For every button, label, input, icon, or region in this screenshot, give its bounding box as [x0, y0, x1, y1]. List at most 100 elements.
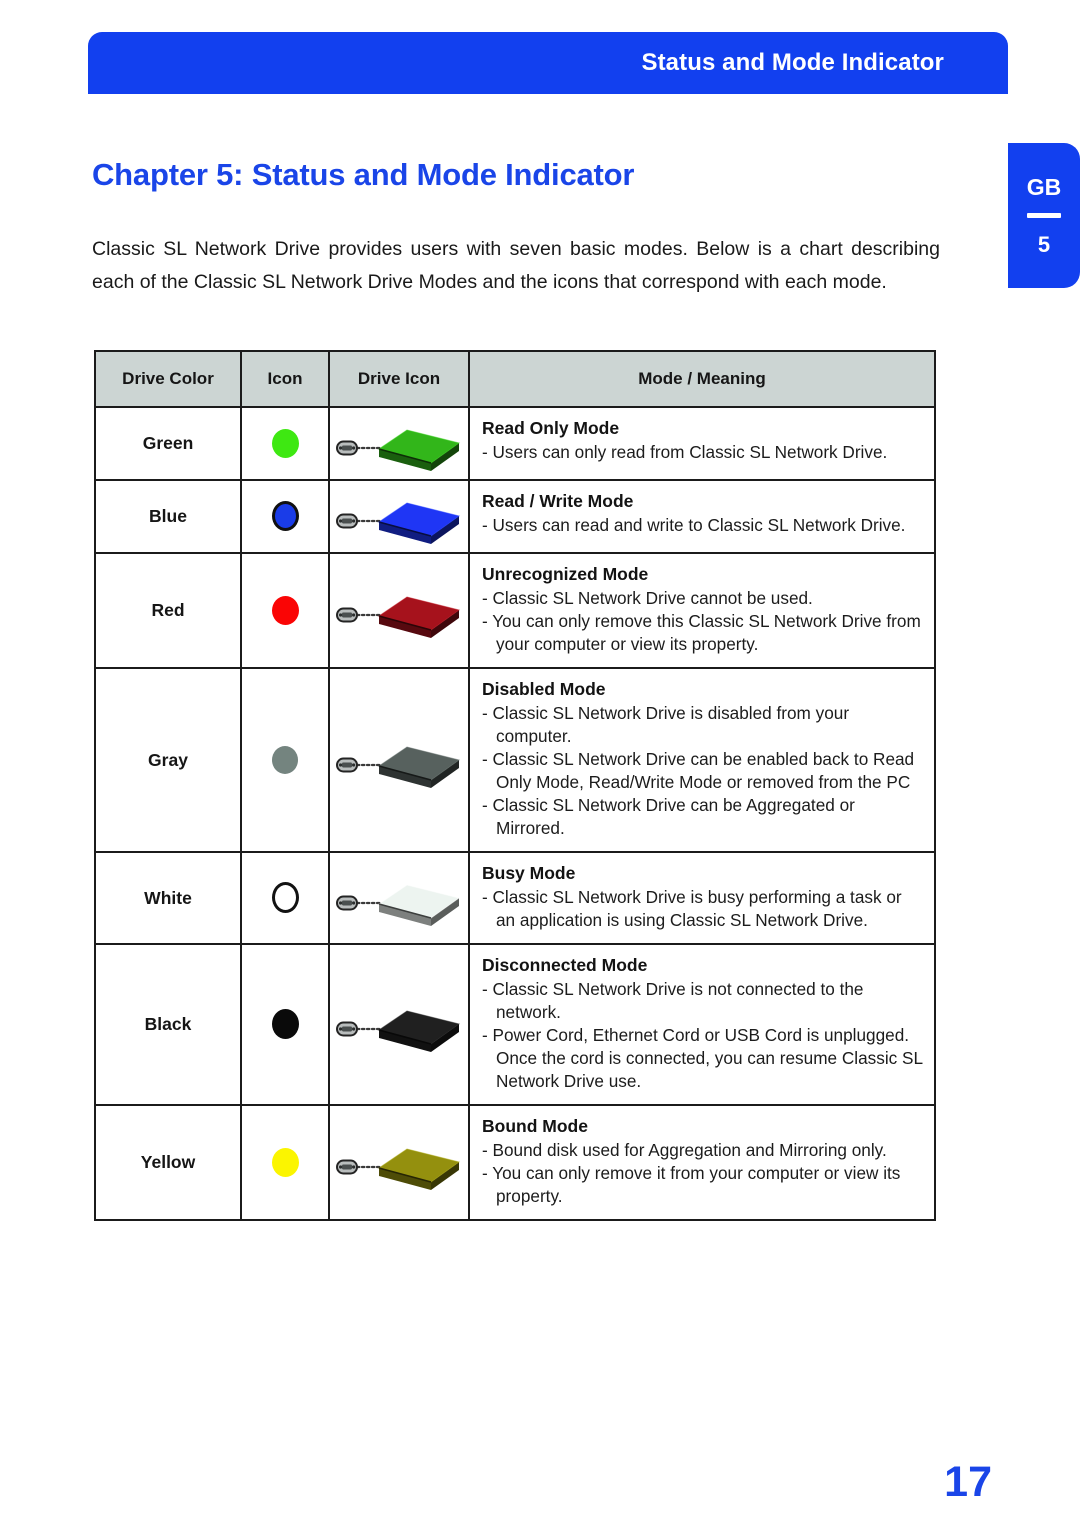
- cell-drive-icon: [328, 943, 470, 1106]
- cell-status-icon: [240, 406, 330, 481]
- mode-description-list: - Users can read and write to Classic SL…: [482, 514, 924, 537]
- table-header-row: Drive Color Icon Drive Icon Mode / Meani…: [94, 350, 936, 408]
- column-header-drive-color: Drive Color: [94, 350, 242, 408]
- mode-title: Bound Mode: [482, 1116, 588, 1136]
- drive-color-label: White: [144, 887, 192, 908]
- cell-status-icon: [240, 943, 330, 1106]
- table-row: White Busy Mode - Classic SL Network Driv…: [94, 851, 936, 945]
- cell-mode-meaning: Unrecognized Mode - Classic SL Network Dr…: [468, 552, 936, 669]
- mode-title: Busy Mode: [482, 863, 576, 883]
- mode-description-list: - Classic SL Network Drive is disabled f…: [482, 702, 924, 840]
- network-drive-icon: [335, 481, 463, 547]
- column-header-mode-meaning: Mode / Meaning: [468, 350, 936, 408]
- mode-description-item: - Classic SL Network Drive is not connec…: [482, 979, 864, 1022]
- mode-title: Disconnected Mode: [482, 955, 648, 975]
- status-dot-icon: [266, 1005, 304, 1043]
- network-drive-icon: [335, 989, 463, 1055]
- cell-drive-icon: [328, 552, 470, 669]
- region-code-label: GB: [1026, 173, 1062, 200]
- mode-description-item: - Users can read and write to Classic SL…: [482, 515, 906, 535]
- cell-drive-color: White: [94, 851, 242, 945]
- mode-description-item: - Bound disk used for Aggregation and Mi…: [482, 1140, 887, 1160]
- drive-color-label: Red: [151, 600, 185, 620]
- cell-mode-meaning: Busy Mode - Classic SL Network Drive is b…: [468, 851, 936, 945]
- drive-color-label: Green: [142, 433, 194, 453]
- drive-color-label: Gray: [148, 749, 188, 770]
- table-body: Green Read Only Mode - Users can only rea…: [94, 406, 936, 1221]
- table-row: Black Disconnected Mode - Classic SL Netw…: [94, 943, 936, 1106]
- status-dot-gray: [272, 746, 298, 774]
- status-dot-green: [271, 428, 299, 458]
- cell-status-icon: [240, 851, 330, 945]
- mode-title: Disabled Mode: [482, 679, 606, 699]
- cell-mode-meaning: Disconnected Mode - Classic SL Network Dr…: [468, 943, 936, 1106]
- cell-drive-icon: [328, 406, 470, 481]
- cell-mode-meaning: Bound Mode - Bound disk used for Aggregat…: [468, 1104, 936, 1221]
- table-row: Gray Disabled Mode - Classic SL Network D…: [94, 667, 936, 853]
- drive-color-label: Yellow: [140, 1152, 196, 1172]
- mode-description-item: - You can only remove this Classic SL Ne…: [482, 611, 921, 654]
- intro-paragraph: Classic SL Network Drive provides users …: [92, 237, 940, 293]
- network-drive-icon: [335, 725, 463, 791]
- status-dot-icon: [266, 591, 304, 629]
- mode-description-item: - Classic SL Network Drive is disabled f…: [482, 703, 850, 746]
- status-dot-black: [271, 1009, 299, 1039]
- cell-status-icon: [240, 552, 330, 669]
- region-chapter-tab: GB 5: [1008, 143, 1080, 288]
- page-header-banner: Status and Mode Indicator: [88, 32, 1008, 94]
- cell-drive-color: Green: [94, 406, 242, 481]
- table-row: Blue Read / Write Mode - Users can read a…: [94, 479, 936, 554]
- table-row: Yellow Bound Mode - Bound disk used for A…: [94, 1104, 936, 1221]
- cell-mode-meaning: Read Only Mode - Users can only read from…: [468, 406, 936, 481]
- drive-color-label: Blue: [149, 506, 187, 526]
- drive-color-label: Black: [144, 1014, 192, 1034]
- status-mode-table: Drive Color Icon Drive Icon Mode / Meani…: [94, 350, 936, 1221]
- cell-drive-color: Blue: [94, 479, 242, 554]
- status-dot-icon: [266, 424, 304, 462]
- mode-description-list: - Classic SL Network Drive is not connec…: [482, 978, 924, 1093]
- mode-description-item: - Power Cord, Ethernet Cord or USB Cord …: [482, 1025, 923, 1091]
- mode-description-item: - Classic SL Network Drive can be enable…: [482, 749, 915, 792]
- mode-description-list: - Bound disk used for Aggregation and Mi…: [482, 1139, 924, 1208]
- mode-description-list: - Classic SL Network Drive is busy perfo…: [482, 886, 924, 932]
- mode-title: Read Only Mode: [482, 418, 620, 438]
- cell-status-icon: [240, 479, 330, 554]
- banner-title: Status and Mode Indicator: [641, 49, 944, 76]
- mode-description-item: - Classic SL Network Drive can be Aggreg…: [482, 795, 855, 838]
- mode-description-item: - Classic SL Network Drive cannot be use…: [482, 588, 813, 608]
- status-dot-icon: [266, 878, 304, 916]
- cell-drive-icon: [328, 1104, 470, 1221]
- network-drive-icon: [335, 1127, 463, 1193]
- cell-drive-icon: [328, 851, 470, 945]
- status-dot-yellow: [271, 1147, 299, 1177]
- mode-description-list: - Classic SL Network Drive cannot be use…: [482, 587, 924, 656]
- status-dot-icon: [266, 741, 304, 779]
- status-dot-icon: [266, 497, 304, 535]
- status-dot-red: [271, 595, 299, 625]
- mode-description-item: - Users can only read from Classic SL Ne…: [482, 442, 888, 462]
- cell-status-icon: [240, 1104, 330, 1221]
- mode-title: Unrecognized Mode: [482, 564, 649, 584]
- status-dot-white: [271, 881, 299, 913]
- cell-drive-icon: [328, 667, 470, 853]
- page-number: 17: [944, 1458, 992, 1506]
- cell-drive-color: Red: [94, 552, 242, 669]
- column-header-icon: Icon: [240, 350, 330, 408]
- mode-description-item: - You can only remove it from your compu…: [482, 1163, 901, 1206]
- column-header-drive-icon: Drive Icon: [328, 350, 470, 408]
- tab-divider: [1027, 212, 1061, 218]
- cell-drive-color: Yellow: [94, 1104, 242, 1221]
- mode-title: Read / Write Mode: [482, 491, 634, 511]
- chapter-number-label: 5: [1037, 231, 1051, 257]
- mode-description-item: - Classic SL Network Drive is busy perfo…: [482, 887, 902, 930]
- network-drive-icon: [335, 863, 463, 929]
- page-title: Chapter 5: Status and Mode Indicator: [92, 156, 635, 192]
- cell-drive-color: Gray: [94, 667, 242, 853]
- network-drive-icon: [335, 575, 463, 641]
- status-dot-icon: [266, 1143, 304, 1181]
- table-row: Red Unrecognized Mode - Classic SL Networ…: [94, 552, 936, 669]
- network-drive-icon: [335, 408, 463, 474]
- cell-mode-meaning: Read / Write Mode - Users can read and wr…: [468, 479, 936, 554]
- cell-mode-meaning: Disabled Mode - Classic SL Network Drive …: [468, 667, 936, 853]
- cell-drive-icon: [328, 479, 470, 554]
